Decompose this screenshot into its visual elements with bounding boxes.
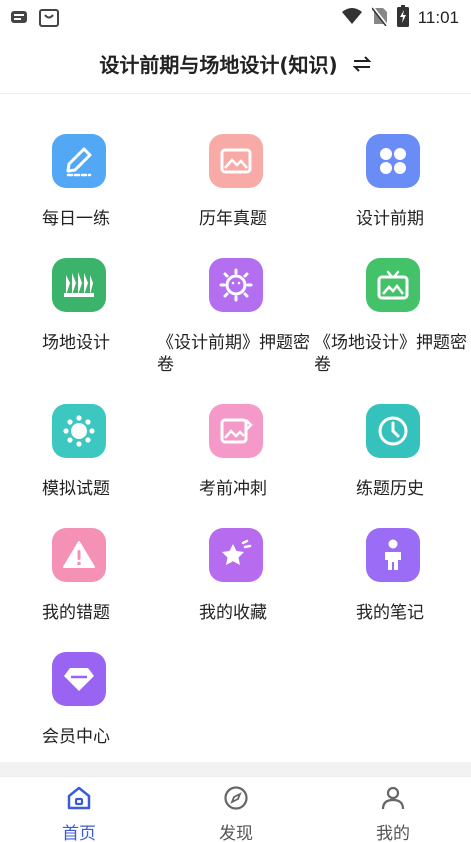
tile-label: 场地设计 <box>42 333 110 353</box>
tile-my-notes[interactable]: 我的笔记 <box>314 488 471 623</box>
tile-label: 会员中心 <box>42 727 110 747</box>
tile-member-center[interactable]: 会员中心 <box>0 612 158 747</box>
tile-final-sprint[interactable]: 考前冲刺 <box>157 364 315 499</box>
star-icon <box>209 528 263 582</box>
header: 设计前期与场地设计(知识) <box>0 34 471 94</box>
compass-icon <box>223 785 249 815</box>
tile-label: 我的收藏 <box>199 603 267 623</box>
no-sim-icon <box>371 6 388 30</box>
divider-band <box>0 762 471 776</box>
status-time: 11:01 <box>417 8 459 27</box>
image-edit-icon <box>209 404 263 458</box>
tile-design-early-secret-paper[interactable]: 《设计前期》押题密卷 <box>157 218 315 375</box>
grid-icon <box>366 134 420 188</box>
tile-my-favorites[interactable]: 我的收藏 <box>157 488 315 623</box>
bottom-nav: 首页 发现 我的 <box>0 776 471 842</box>
nav-home[interactable]: 首页 <box>39 777 119 842</box>
nav-label: 首页 <box>62 824 96 842</box>
tile-label: 我的笔记 <box>356 603 424 623</box>
home-icon <box>66 785 92 815</box>
tile-site-design-secret-paper[interactable]: 《场地设计》押题密卷 <box>314 218 471 375</box>
forest-icon <box>52 258 106 312</box>
battery-charging-icon <box>396 5 409 31</box>
pen-icon <box>52 134 106 188</box>
tile-mock-exam[interactable]: 模拟试题 <box>0 364 158 499</box>
status-bar: 11:01 <box>0 0 471 34</box>
message-icon <box>10 9 28 29</box>
nav-mine[interactable]: 我的 <box>353 777 433 842</box>
tile-site-design[interactable]: 场地设计 <box>0 218 158 364</box>
shopping-bag-icon <box>38 6 60 32</box>
person-icon <box>366 528 420 582</box>
nav-label: 我的 <box>376 824 410 842</box>
tile-past-exams[interactable]: 历年真题 <box>157 94 315 229</box>
tile-my-mistakes[interactable]: 我的错题 <box>0 488 158 623</box>
tile-daily-practice[interactable]: 每日一练 <box>0 94 158 229</box>
switch-icon[interactable] <box>352 55 372 72</box>
nav-discover[interactable]: 发现 <box>196 777 276 842</box>
sun-icon <box>209 258 263 312</box>
diamond-icon <box>52 652 106 706</box>
clock-icon <box>366 404 420 458</box>
wifi-icon <box>341 7 363 29</box>
flower-icon <box>52 404 106 458</box>
tv-icon <box>366 258 420 312</box>
tile-practice-history[interactable]: 练题历史 <box>314 364 471 499</box>
page-title[interactable]: 设计前期与场地设计(知识) <box>99 49 337 78</box>
warning-icon <box>52 528 106 582</box>
nav-label: 发现 <box>219 824 253 842</box>
picture-icon <box>209 134 263 188</box>
tile-design-early[interactable]: 设计前期 <box>314 94 471 229</box>
user-icon <box>380 785 406 815</box>
